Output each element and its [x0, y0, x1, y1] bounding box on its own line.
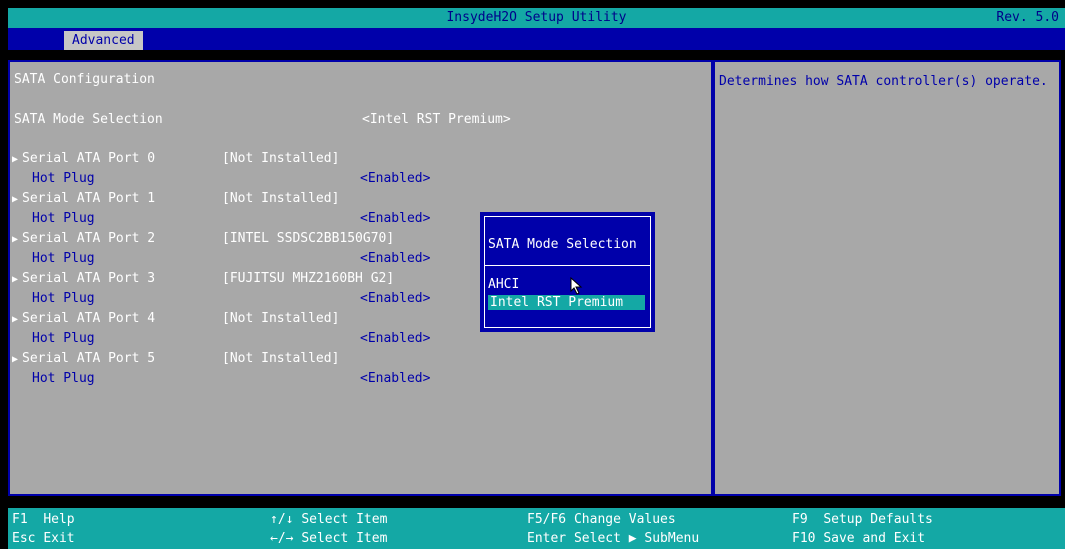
leftright-key-hint: ←/→ Select Item [270, 531, 388, 546]
submenu-arrow-icon: ▶ [12, 234, 19, 245]
help-panel: Determines how SATA controller(s) operat… [713, 60, 1061, 496]
app-title: InsydeH2O Setup Utility [446, 10, 627, 25]
tab-advanced[interactable]: Advanced [64, 31, 143, 50]
sata-mode-label[interactable]: SATA Mode Selection [14, 112, 163, 127]
save-exit-key-hint: F10 Save and Exit [792, 531, 926, 546]
sata-port-1-device: [Not Installed] [222, 191, 340, 206]
sata-port-0[interactable]: Serial ATA Port 0 [22, 151, 155, 166]
submenu-arrow-icon: ▶ [12, 354, 19, 365]
hot-plug-2-value[interactable]: <Enabled> [360, 251, 430, 266]
sata-port-2-device: [INTEL SSDSC2BB150G70] [222, 231, 395, 246]
option-ahci[interactable]: AHCI [488, 277, 519, 292]
help-key-hint: F1 Help [12, 512, 75, 527]
submenu-key-hint: Enter Select ▶ SubMenu [527, 531, 700, 546]
sata-port-2[interactable]: Serial ATA Port 2 [22, 231, 155, 246]
change-values-key-hint: F5/F6 Change Values [527, 512, 676, 527]
hot-plug-1-value[interactable]: <Enabled> [360, 211, 430, 226]
popup-title: SATA Mode Selection [488, 237, 637, 252]
submenu-arrow-icon: ▶ [12, 314, 19, 325]
sata-port-0-device: [Not Installed] [222, 151, 340, 166]
tab-bar: Advanced [8, 28, 1065, 50]
option-intel-rst-premium[interactable]: Intel RST Premium [488, 295, 645, 310]
sata-port-1[interactable]: Serial ATA Port 1 [22, 191, 155, 206]
hot-plug-5-value[interactable]: <Enabled> [360, 371, 430, 386]
sata-port-4-device: [Not Installed] [222, 311, 340, 326]
hot-plug-3-label[interactable]: Hot Plug [32, 291, 95, 306]
hot-plug-5-label[interactable]: Hot Plug [32, 371, 95, 386]
hot-plug-1-label[interactable]: Hot Plug [32, 211, 95, 226]
submenu-arrow-icon: ▶ [12, 194, 19, 205]
popup-divider [485, 265, 650, 266]
submenu-arrow-icon: ▶ [12, 154, 19, 165]
hot-plug-3-value[interactable]: <Enabled> [360, 291, 430, 306]
sata-mode-popup: SATA Mode Selection AHCI Intel RST Premi… [480, 212, 655, 332]
exit-key-hint: Esc Exit [12, 531, 75, 546]
hot-plug-2-label[interactable]: Hot Plug [32, 251, 95, 266]
submenu-arrow-icon: ▶ [12, 274, 19, 285]
sata-port-3-device: [FUJITSU MHZ2160BH G2] [222, 271, 395, 286]
title-bar: InsydeH2O Setup Utility Rev. 5.0 [8, 8, 1065, 28]
footer-keybar: F1 Help Esc Exit ↑/↓ Select Item ←/→ Sel… [8, 508, 1065, 549]
sata-port-3[interactable]: Serial ATA Port 3 [22, 271, 155, 286]
section-title: SATA Configuration [14, 72, 155, 87]
hot-plug-4-label[interactable]: Hot Plug [32, 331, 95, 346]
hot-plug-0-label[interactable]: Hot Plug [32, 171, 95, 186]
updown-key-hint: ↑/↓ Select Item [270, 512, 388, 527]
sata-mode-value[interactable]: <Intel RST Premium> [362, 112, 511, 127]
sata-port-4[interactable]: Serial ATA Port 4 [22, 311, 155, 326]
sata-port-5[interactable]: Serial ATA Port 5 [22, 351, 155, 366]
revision-label: Rev. 5.0 [996, 10, 1059, 25]
sata-port-5-device: [Not Installed] [222, 351, 340, 366]
hot-plug-0-value[interactable]: <Enabled> [360, 171, 430, 186]
help-text: Determines how SATA controller(s) operat… [719, 74, 1048, 89]
hot-plug-4-value[interactable]: <Enabled> [360, 331, 430, 346]
setup-defaults-key-hint: F9 Setup Defaults [792, 512, 933, 527]
mouse-pointer-icon [570, 277, 583, 295]
